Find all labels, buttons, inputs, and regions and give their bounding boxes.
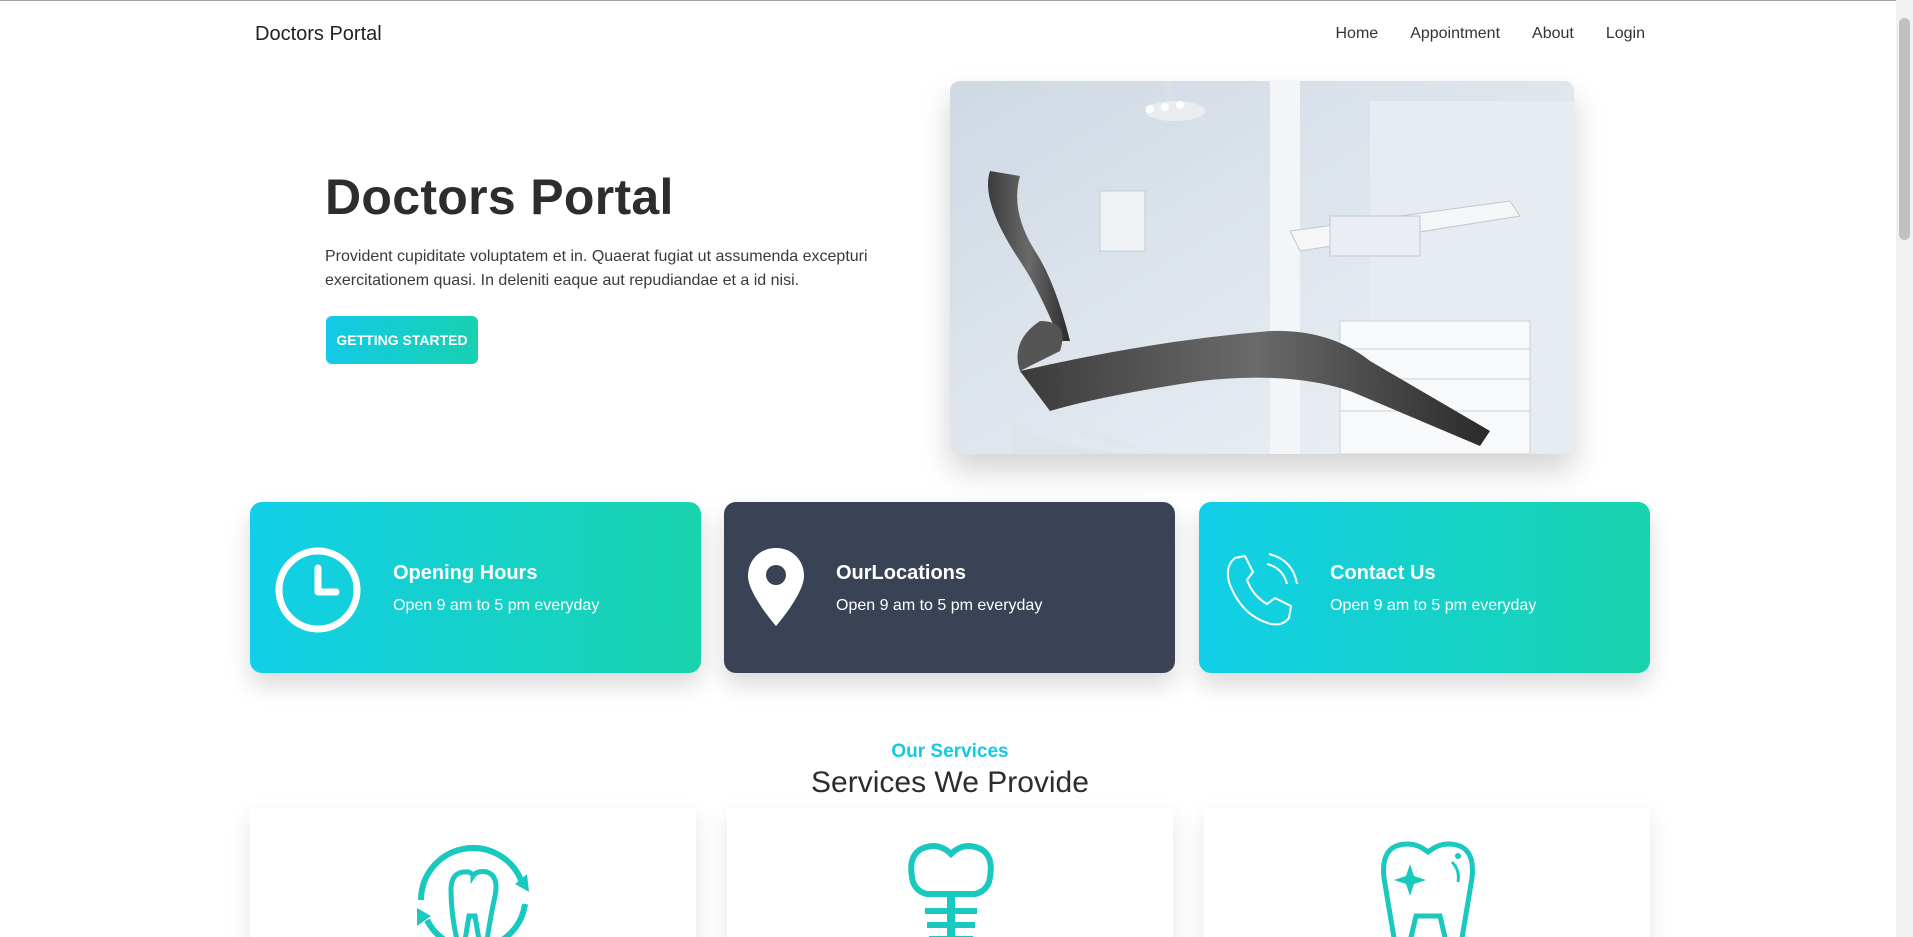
our-locations-card: OurLocations Open 9 am to 5 pm everyday (724, 502, 1175, 673)
tooth-whitening-icon (1381, 841, 1475, 937)
tooth-cleaning-icon (417, 845, 529, 937)
location-pin-icon (748, 548, 804, 626)
scrollbar-thumb[interactable] (1899, 18, 1910, 240)
card-title: Opening Hours (393, 562, 538, 584)
nav-about-link[interactable]: About (1532, 25, 1574, 43)
service-card (727, 808, 1173, 937)
nav-links: Home Appointment About Login (1336, 25, 1646, 43)
page-scrollbar[interactable] (1896, 0, 1913, 937)
page: Doctors Portal Home Appointment About Lo… (0, 0, 1913, 937)
card-title: Contact Us (1330, 562, 1436, 584)
service-card (1204, 808, 1650, 937)
phone-icon (1226, 553, 1298, 626)
services-title: Services We Provide (811, 766, 1089, 799)
hero-title: Doctors Portal (325, 169, 674, 225)
clock-icon (275, 547, 361, 633)
card-text: Open 9 am to 5 pm everyday (836, 597, 1043, 614)
contact-us-card: Contact Us Open 9 am to 5 pm everyday (1199, 502, 1650, 673)
dental-chair-image (950, 81, 1574, 454)
card-text: Open 9 am to 5 pm everyday (1330, 597, 1537, 614)
services-subtitle: Our Services (891, 741, 1009, 762)
service-card (250, 808, 696, 937)
nav-appointment-link[interactable]: Appointment (1410, 25, 1500, 43)
brand-logo[interactable]: Doctors Portal (255, 23, 382, 46)
nav-login-link[interactable]: Login (1606, 25, 1645, 43)
card-text: Open 9 am to 5 pm everyday (393, 597, 600, 614)
card-title: OurLocations (836, 562, 967, 584)
navbar: Doctors Portal Home Appointment About Lo… (255, 18, 1645, 50)
hero-description: Provident cupiditate voluptatem et in. Q… (325, 248, 868, 289)
window-top-border (0, 0, 1913, 1)
getting-started-button[interactable]: GETTING STARTED (326, 316, 478, 364)
dental-implant-icon (908, 842, 994, 937)
dental-chair-illustration (950, 81, 1574, 454)
nav-home-link[interactable]: Home (1336, 25, 1379, 43)
opening-hours-card: Opening Hours Open 9 am to 5 pm everyday (250, 502, 701, 673)
